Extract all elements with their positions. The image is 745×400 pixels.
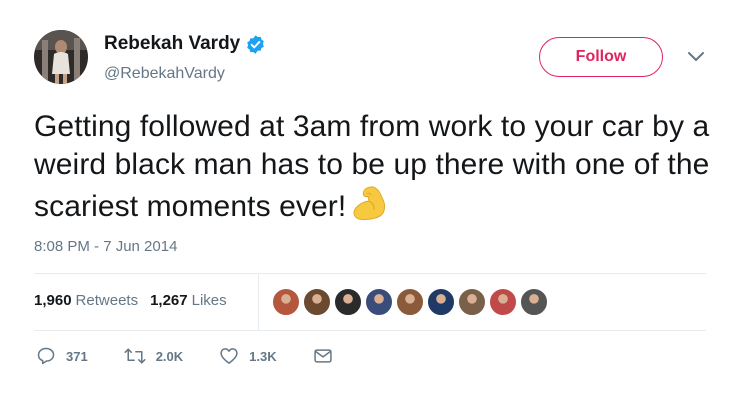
retweets-stat[interactable]: 1,960 Retweets: [34, 292, 138, 309]
divider: [34, 330, 706, 331]
liker-avatar[interactable]: [272, 288, 300, 316]
liker-avatar[interactable]: [396, 288, 424, 316]
reply-icon: [37, 347, 55, 365]
reply-count: 371: [66, 348, 88, 364]
envelope-icon: [313, 349, 332, 363]
like-button[interactable]: 1.3K: [219, 346, 277, 366]
stats-separator: [258, 274, 259, 330]
liker-avatar[interactable]: [427, 288, 455, 316]
retweet-icon: [124, 348, 146, 364]
liker-avatars: [272, 288, 551, 316]
flexed-biceps-emoji-icon: [353, 186, 386, 220]
reply-button[interactable]: 371: [36, 346, 88, 366]
engagement-stats: 1,960 Retweets 1,267 Likes: [34, 292, 239, 309]
heart-icon: [220, 348, 238, 364]
liker-avatar[interactable]: [520, 288, 548, 316]
liker-avatar[interactable]: [365, 288, 393, 316]
author-name[interactable]: Rebekah Vardy: [104, 33, 240, 55]
retweets-count: 1,960: [34, 292, 72, 309]
retweet-count: 2.0K: [155, 348, 184, 364]
author-name-row[interactable]: Rebekah Vardy: [104, 33, 266, 55]
likes-stat[interactable]: 1,267 Likes: [150, 292, 227, 309]
tweet-actions: 371 2.0K 1.3K: [36, 346, 379, 366]
follow-button[interactable]: Follow: [539, 37, 663, 77]
chevron-down-icon[interactable]: [686, 50, 706, 64]
direct-message-button[interactable]: [313, 347, 343, 365]
liker-avatar[interactable]: [458, 288, 486, 316]
verified-badge-icon: [247, 34, 265, 54]
liker-avatar[interactable]: [334, 288, 362, 316]
avatar[interactable]: [34, 30, 88, 84]
liker-avatar[interactable]: [489, 288, 517, 316]
liker-avatar[interactable]: [303, 288, 331, 316]
likes-label: Likes: [191, 292, 227, 309]
retweets-label: Retweets: [75, 292, 139, 309]
author-handle[interactable]: @RebekahVardy: [104, 65, 225, 83]
tweet-text: Getting followed at 3am from work to you…: [34, 108, 714, 226]
divider: [34, 273, 706, 274]
tweet-timestamp[interactable]: 8:08 PM - 7 Jun 2014: [34, 238, 177, 255]
retweet-button[interactable]: 2.0K: [124, 346, 183, 366]
like-count: 1.3K: [249, 348, 277, 364]
profile-photo-icon: [34, 30, 88, 84]
likes-count: 1,267: [150, 292, 188, 309]
